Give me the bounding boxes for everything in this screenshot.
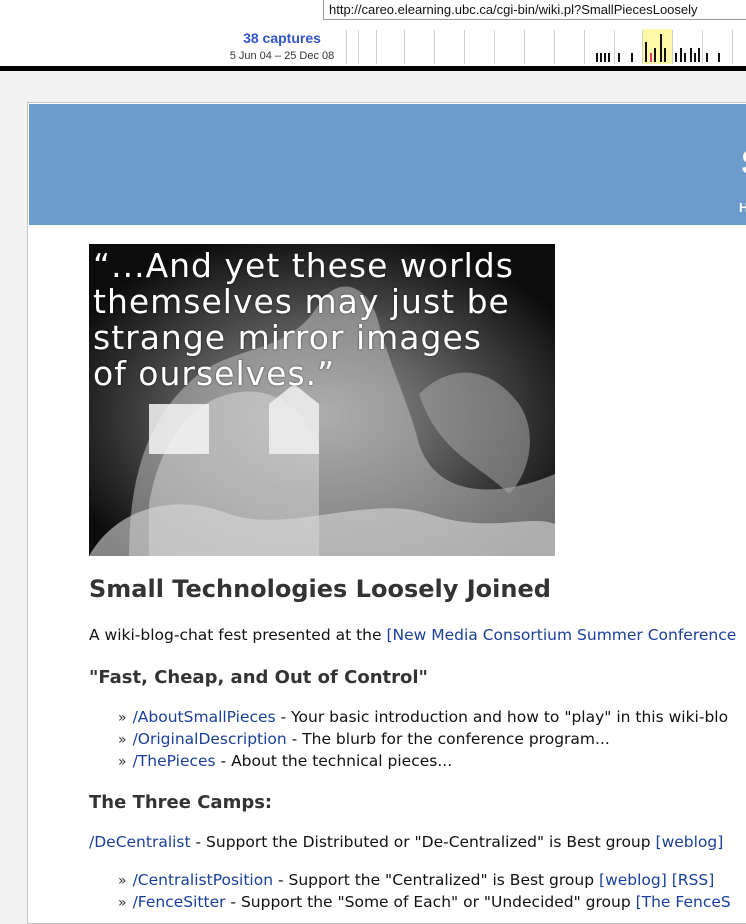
captures-date-range: 5 Jun 04 – 25 Dec 08 (229, 50, 335, 62)
intro-text: A wiki-blog-chat fest presented at the (89, 626, 387, 644)
bullet-icon: » (118, 873, 127, 889)
quote-image: “...And yet these worlds themselves may … (89, 244, 555, 556)
bullet-icon: » (118, 754, 127, 770)
site-title-fragment: S (741, 144, 746, 178)
decentralist-text: - Support the Distributed or "De-Central… (190, 833, 656, 851)
list-item: » /OriginalDescription - The blurb for th… (118, 728, 728, 750)
captures-link[interactable]: 38 captures (212, 30, 352, 46)
list-item: » /ThePieces - About the technical pieces… (118, 750, 728, 772)
bullet-icon: » (118, 895, 127, 911)
list-item-text: - Your basic introduction and how to "pl… (275, 708, 729, 726)
list-item-text: - Support the "Some of Each" or "Undecid… (225, 893, 636, 911)
quote-line: strange mirror images (93, 318, 482, 357)
decentralist-weblog-link[interactable]: [weblog] (656, 833, 724, 851)
nmc-conference-link[interactable]: [New Media Consortium Summer Conference (386, 626, 736, 644)
the-pieces-link[interactable]: /ThePieces (133, 752, 216, 770)
list-item: » /FenceSitter - Support the "Some of Eac… (118, 891, 731, 913)
original-description-link[interactable]: /OriginalDescription (133, 730, 287, 748)
list-item-text: - Support the "Centralized" is Best grou… (273, 871, 600, 889)
quote-line: of ourselves.” (93, 354, 336, 393)
section-heading-fast-cheap: "Fast, Cheap, and Out of Control" (89, 667, 428, 688)
site-header-band: S H (29, 104, 746, 225)
decentralist-link[interactable]: /DeCentralist (89, 833, 191, 851)
list-item-text: - About the technical pieces... (215, 752, 453, 770)
header-nav-fragment[interactable]: H (739, 200, 746, 216)
fence-sitter-extra-link[interactable]: [The FenceS (636, 893, 731, 911)
wayback-url-input[interactable]: http://careo.elearning.ubc.ca/cgi-bin/wi… (323, 0, 746, 20)
centralist-weblog-link[interactable]: [weblog] (599, 871, 667, 889)
centralist-rss-link[interactable]: [RSS] (672, 871, 715, 889)
intro-paragraph: A wiki-blog-chat fest presented at the [… (89, 626, 736, 644)
toolbar-divider (0, 66, 746, 71)
list-item: » /CentralistPosition - Support the "Cent… (118, 869, 731, 891)
wayback-toolbar: http://careo.elearning.ubc.ca/cgi-bin/wi… (0, 0, 746, 71)
about-small-pieces-link[interactable]: /AboutSmallPieces (133, 708, 276, 726)
decentralist-paragraph: /DeCentralist - Support the Distributed … (89, 833, 723, 851)
capture-sparkline[interactable] (346, 28, 746, 64)
page-title: Small Technologies Loosely Joined (89, 575, 551, 603)
intro-link-list: » /AboutSmallPieces - Your basic introduc… (118, 706, 728, 772)
bullet-icon: » (118, 710, 127, 726)
camps-link-list: » /CentralistPosition - Support the "Cent… (118, 869, 731, 913)
fence-sitter-link[interactable]: /FenceSitter (133, 893, 226, 911)
centralist-position-link[interactable]: /CentralistPosition (133, 871, 273, 889)
quote-line: themselves may just be (93, 282, 510, 321)
list-item: » /AboutSmallPieces - Your basic introduc… (118, 706, 728, 728)
bullet-icon: » (118, 732, 127, 748)
quote-line: “...And yet these worlds (93, 246, 514, 285)
list-item-text: - The blurb for the conference program..… (286, 730, 610, 748)
section-heading-three-camps: The Three Camps: (89, 792, 273, 813)
